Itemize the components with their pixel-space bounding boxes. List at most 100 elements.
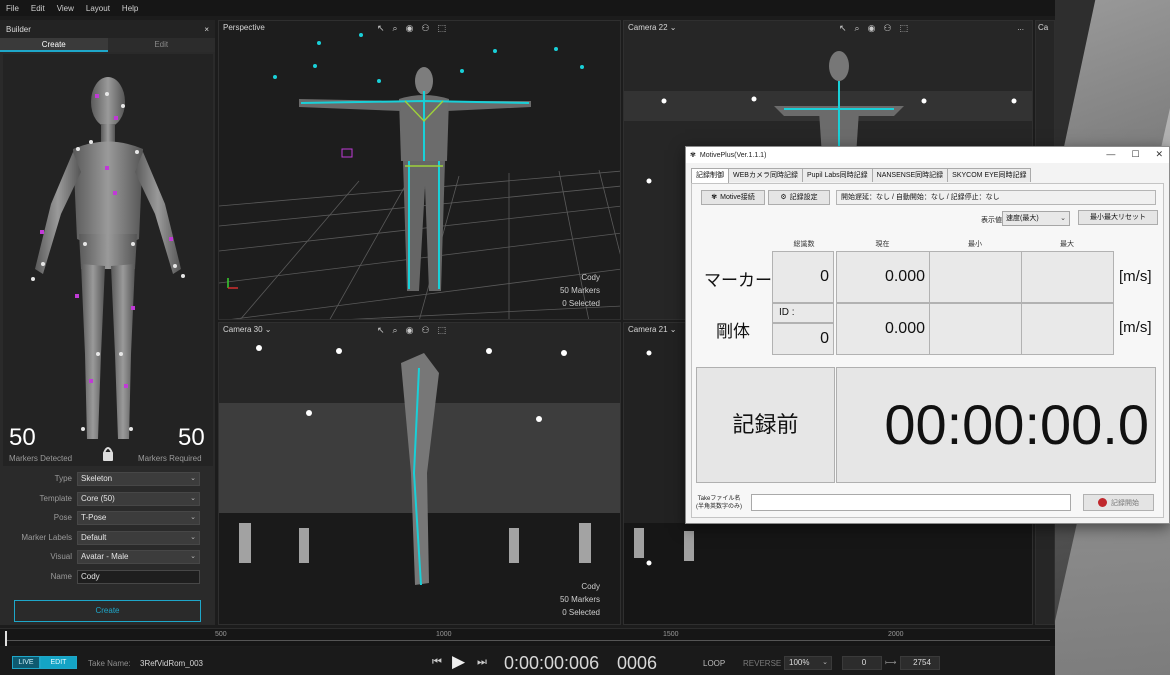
- rigid-current-cell: 0.000: [836, 303, 930, 355]
- motive-connect-button[interactable]: ✾ Motive接続: [701, 190, 765, 205]
- view-icon[interactable]: ◉: [406, 325, 414, 336]
- timeline-bar[interactable]: 500 1000 1500 2000: [0, 628, 1055, 646]
- menu-file[interactable]: File: [6, 4, 19, 13]
- previous-frame-icon[interactable]: ⏮: [432, 656, 442, 669]
- menu-bar: File Edit View Layout Help: [0, 0, 1055, 16]
- gear-icon: ⚙: [780, 194, 787, 201]
- viewport-title: Ca: [1038, 23, 1049, 32]
- builder-properties: Type Skeleton ⌄ Template Core (50) ⌄ Pose …: [0, 470, 215, 587]
- close-icon[interactable]: ×: [204, 25, 209, 34]
- prop-label: Type: [54, 474, 72, 483]
- play-icon[interactable]: ▶: [452, 652, 465, 672]
- select-icon[interactable]: ↖: [377, 325, 385, 336]
- menu-layout[interactable]: Layout: [86, 4, 110, 13]
- name-input[interactable]: Cody: [77, 569, 200, 584]
- reverse-button[interactable]: REVERSE: [743, 659, 781, 668]
- range-icon: ⟼: [885, 658, 897, 667]
- rigid-total-cell: 0: [772, 323, 834, 355]
- zoom-icon[interactable]: ⌕: [855, 23, 860, 34]
- builder-title: Builder: [6, 24, 31, 34]
- view-icon[interactable]: ◉: [406, 23, 414, 34]
- rigid-id-cell: ID :: [772, 303, 834, 323]
- live-mode-button[interactable]: LIVE: [12, 656, 40, 669]
- builder-tabs: Create Edit: [0, 38, 215, 52]
- template-value: Core (50): [81, 493, 115, 503]
- marker-labels-select[interactable]: Default ⌄: [77, 530, 200, 545]
- start-recording-button[interactable]: 記録開始: [1083, 494, 1154, 511]
- marker-count: 50 Markers: [559, 286, 600, 295]
- zoom-select[interactable]: 100% ⌄: [784, 656, 832, 670]
- menu-help[interactable]: Help: [122, 4, 138, 13]
- tab-pupil-labs[interactable]: Pupil Labs同時記録: [801, 168, 873, 182]
- visual-select[interactable]: Avatar - Male ⌄: [77, 550, 200, 564]
- timecode-display: 0:00:00:006: [504, 653, 600, 673]
- minimize-icon[interactable]: —: [1106, 149, 1115, 160]
- timeline-tick: 1500: [663, 631, 679, 638]
- take-name-label: Take Name:: [88, 659, 131, 668]
- reset-minmax-button[interactable]: 最小最大リセット: [1078, 210, 1158, 225]
- marker-max-cell: [1021, 251, 1114, 303]
- chevron-down-icon: ⌄: [190, 494, 196, 502]
- menu-edit[interactable]: Edit: [31, 4, 45, 13]
- range-end-input[interactable]: 2754: [900, 656, 940, 670]
- pose-value: T-Pose: [81, 513, 107, 522]
- next-frame-icon[interactable]: ⏭: [477, 656, 487, 669]
- chevron-down-icon: ⌄: [822, 659, 828, 666]
- loop-button[interactable]: LOOP: [703, 659, 725, 668]
- tab-nansense[interactable]: NANSENSE同時記録: [871, 168, 949, 182]
- chevron-down-icon: ⌄: [1060, 215, 1066, 222]
- frame-icon[interactable]: ⬚: [438, 325, 447, 336]
- record-settings-button[interactable]: ⚙ 記録設定: [768, 190, 830, 205]
- menu-view[interactable]: View: [57, 4, 74, 13]
- markers-required-count: 50: [178, 424, 205, 451]
- viewport-menu[interactable]: ...: [1017, 21, 1024, 34]
- camera-30-viewport[interactable]: Camera 30 ⌄ ↖ ⌕ ◉ ⚇ ⬚ Cody 50 Markers 0 …: [218, 322, 621, 625]
- settings-label: 記録設定: [789, 194, 818, 201]
- take-file-input[interactable]: [751, 494, 1071, 511]
- prop-pose: Pose T-Pose ⌄: [0, 509, 215, 529]
- avatar-preview[interactable]: 50 Markers Detected 50 Markers Required: [3, 54, 213, 466]
- zoom-icon[interactable]: ⌕: [393, 23, 398, 34]
- close-icon[interactable]: ✕: [1155, 149, 1163, 160]
- frame-icon[interactable]: ⬚: [900, 23, 909, 34]
- visual-value: Avatar - Male: [81, 552, 129, 561]
- asset-name: Cody: [581, 273, 600, 282]
- tab-record-control[interactable]: 記録制御: [691, 168, 729, 183]
- pose-select[interactable]: T-Pose ⌄: [77, 511, 200, 525]
- maximize-icon[interactable]: ☐: [1131, 149, 1139, 160]
- tab-create[interactable]: Create: [0, 38, 108, 52]
- tab-webcam[interactable]: WEBカメラ同時記録: [728, 168, 803, 182]
- edit-mode-button[interactable]: EDIT: [40, 656, 77, 669]
- camera-icon[interactable]: ⚇: [421, 325, 429, 336]
- tab-edit[interactable]: Edit: [107, 38, 215, 52]
- perspective-viewport[interactable]: Perspective ↖ ⌕ ◉ ⚇ ⬚ Cody 50 Markers 0 …: [218, 20, 621, 320]
- template-select[interactable]: Core (50) ⌄: [77, 491, 200, 506]
- asset-name: Cody: [581, 582, 600, 591]
- marker-count: 50 Markers: [559, 595, 600, 604]
- create-button[interactable]: Create: [14, 600, 201, 622]
- display-value: 速度(最大): [1006, 215, 1039, 222]
- timeline-tick: 1000: [436, 631, 452, 638]
- take-file-label-line2: (半角英数字のみ): [696, 504, 742, 510]
- builder-panel: Builder × Create Edit 50 Markers Detecte…: [0, 20, 215, 625]
- select-icon[interactable]: ↖: [839, 23, 847, 34]
- camera-icon[interactable]: ⚇: [883, 23, 891, 34]
- connect-label: Motive接続: [720, 194, 755, 201]
- col-min: 最小: [968, 241, 982, 248]
- playhead[interactable]: [5, 631, 7, 646]
- take-file-label: Takeファイル名 (半角英数字のみ): [696, 495, 742, 511]
- display-value-select[interactable]: 速度(最大) ⌄: [1002, 211, 1070, 226]
- marker-unit: [m/s]: [1119, 268, 1152, 285]
- view-icon[interactable]: ◉: [868, 23, 876, 34]
- frame-icon[interactable]: ⬚: [438, 23, 447, 34]
- col-max: 最大: [1060, 241, 1074, 248]
- range-start-input[interactable]: 0: [842, 656, 882, 670]
- select-icon[interactable]: ↖: [377, 23, 385, 34]
- viewport-title: Camera 30 ⌄: [223, 325, 272, 334]
- prop-label: Visual: [50, 552, 72, 561]
- camera-icon[interactable]: ⚇: [421, 23, 429, 34]
- type-select[interactable]: Skeleton ⌄: [77, 472, 200, 486]
- markers-required-label: Markers Required: [138, 454, 202, 463]
- zoom-icon[interactable]: ⌕: [393, 325, 398, 336]
- tab-skycom-eye[interactable]: SKYCOM EYE同時記録: [947, 168, 1032, 182]
